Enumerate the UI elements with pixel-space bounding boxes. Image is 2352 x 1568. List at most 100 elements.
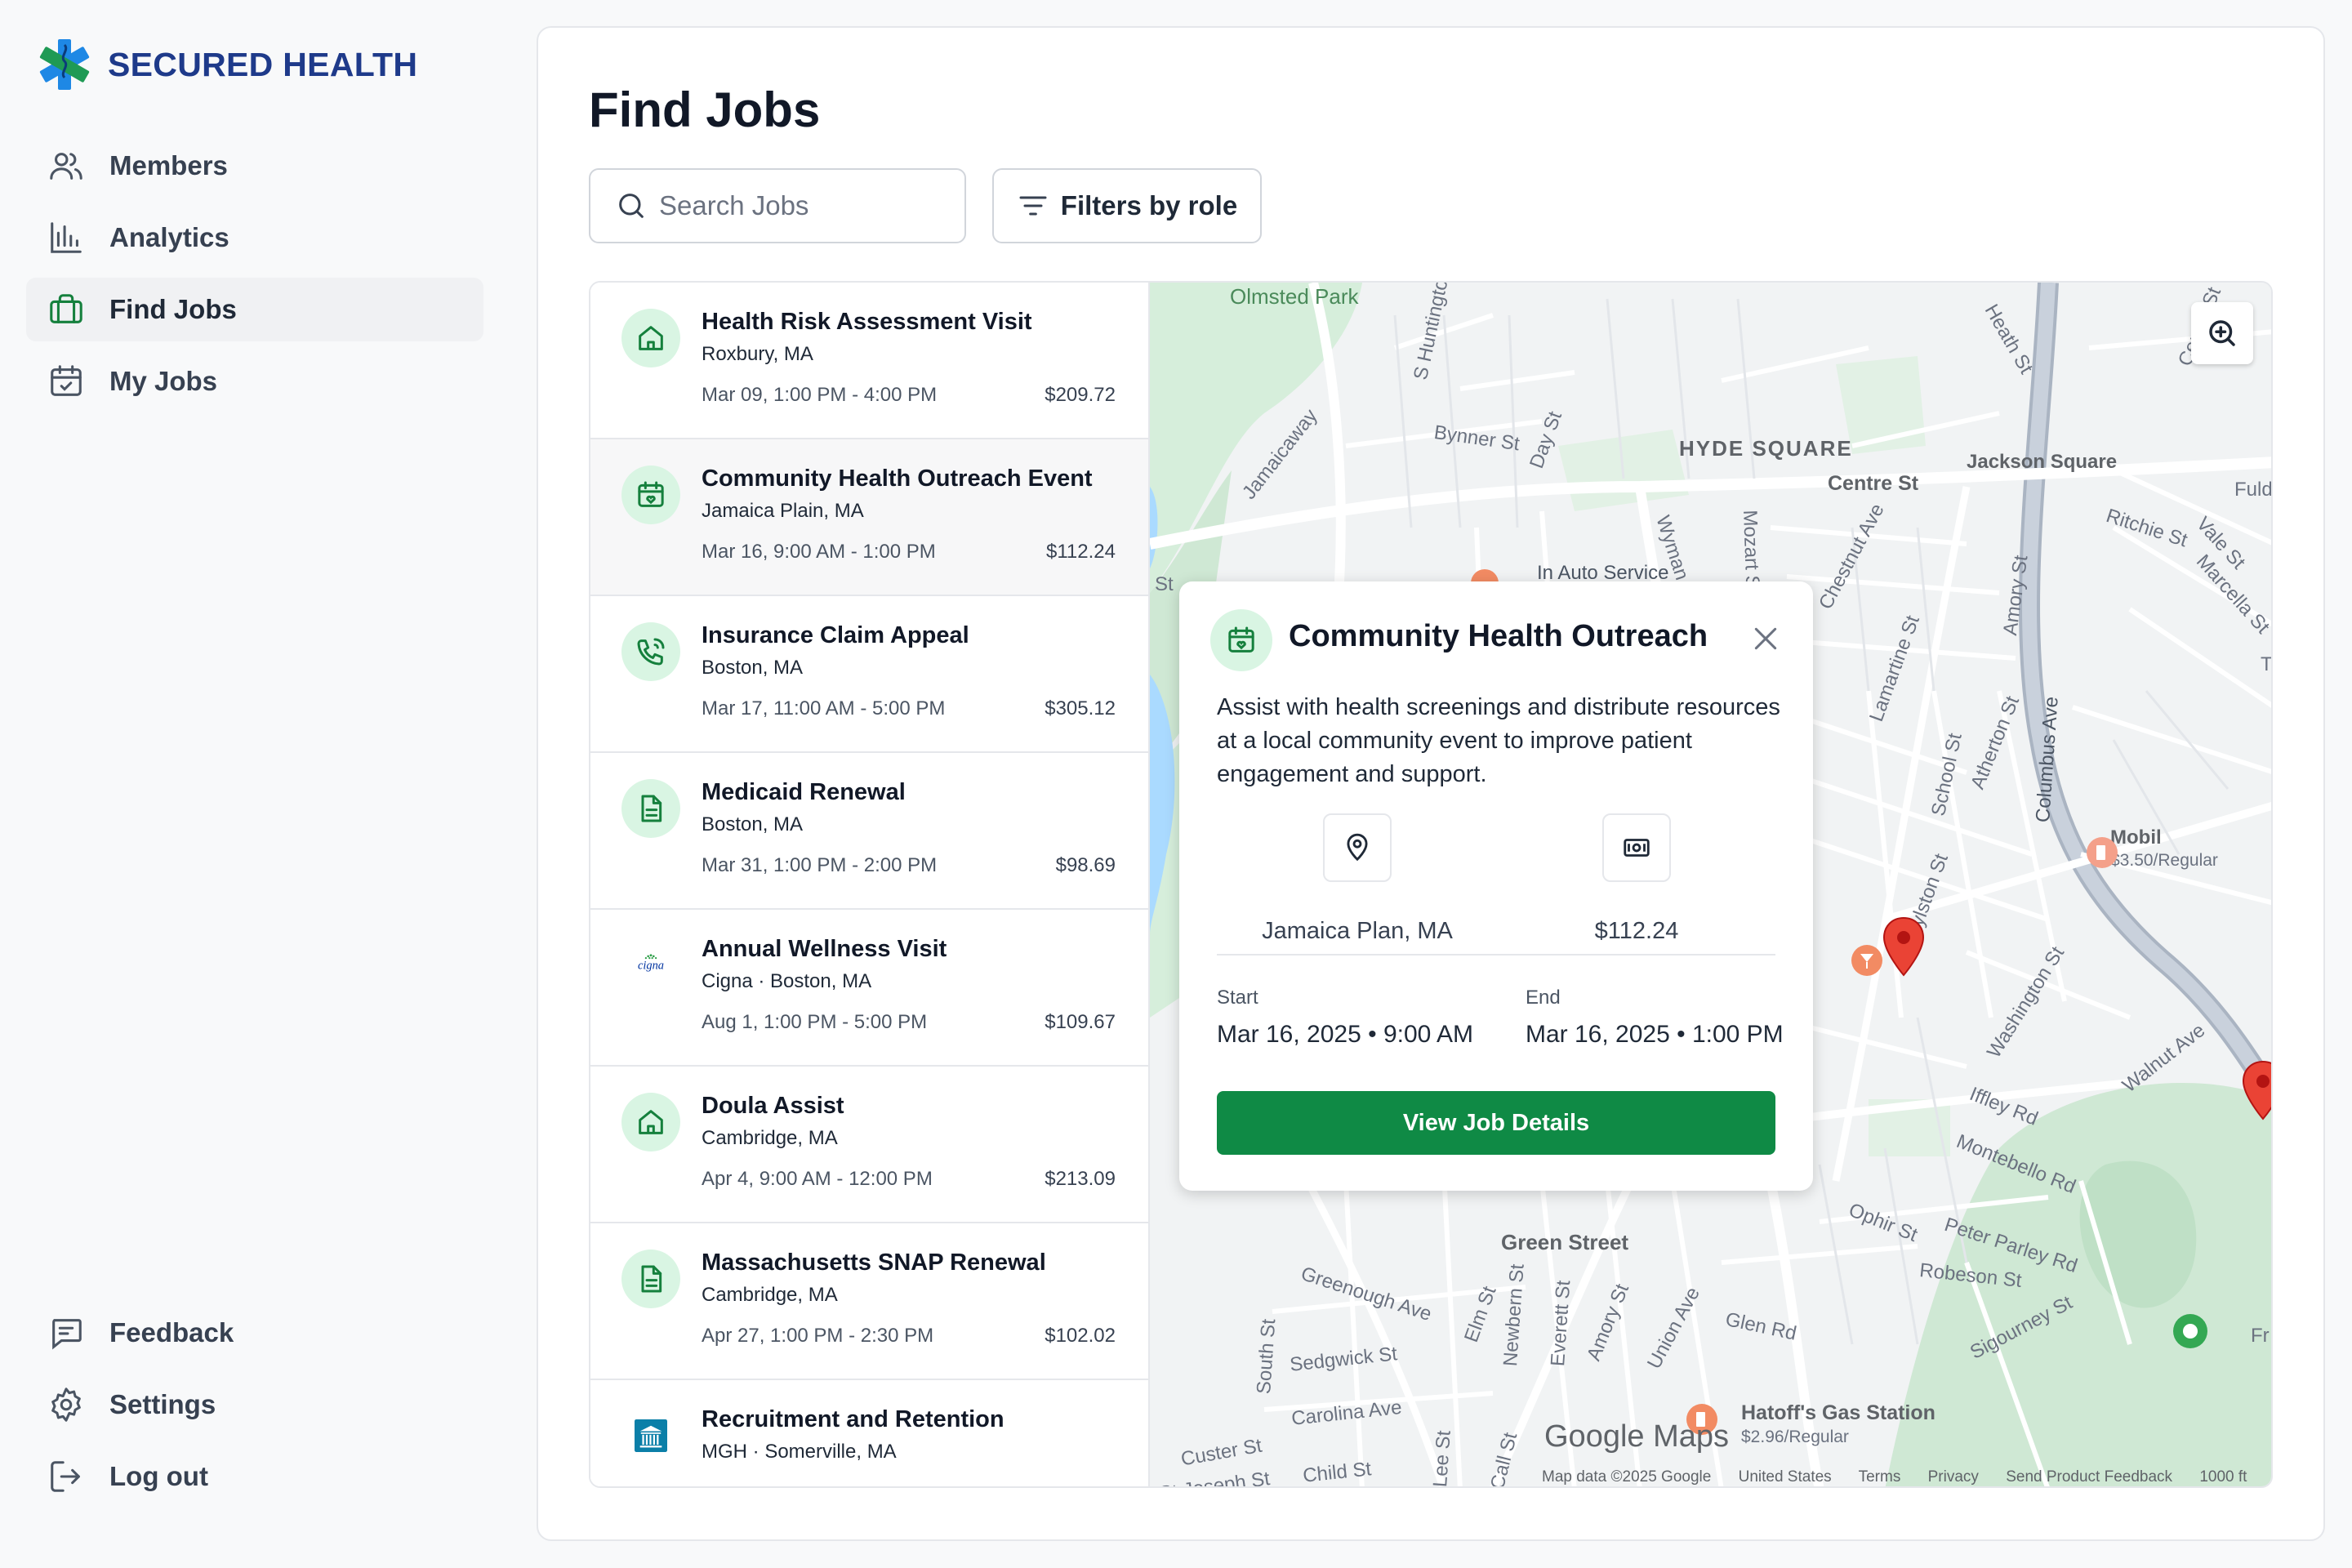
divider [1217,954,1775,956]
zoom-button[interactable] [2191,302,2253,364]
main-nav: Members Analytics Find Jobs My Jobs [26,134,483,421]
job-card[interactable]: Insurance Claim Appeal Boston, MA Mar 17… [590,596,1148,753]
cigna-logo-icon: cigna [638,954,664,972]
nav-item-find-jobs[interactable]: Find Jobs [26,278,483,341]
map-label: Centre St [1828,472,1919,495]
job-title: Insurance Claim Appeal [702,622,969,648]
star-of-life-logo-icon [39,39,90,90]
filters-button-label: Filters by role [1060,190,1238,220]
nav-label-feedback: Feedback [109,1317,234,1348]
job-location: Roxbury, MA [702,343,813,365]
job-card[interactable]: Doula Assist Cambridge, MA Apr 4, 9:00 A… [590,1067,1148,1223]
zoom-in-icon [2209,320,2235,346]
brand-name: SECURED HEALTH [108,45,418,83]
search-box[interactable] [589,168,966,243]
map-privacy-link[interactable]: Privacy [1928,1468,1979,1486]
nav-item-feedback[interactable]: Feedback [26,1301,483,1365]
google-maps-logo: Google Maps [1544,1419,1730,1454]
map-label: Lee St [1429,1429,1455,1488]
job-location: Boston, MA [702,813,804,835]
map-label: T [2261,653,2273,675]
job-pay: $209.72 [1045,384,1116,406]
map-footer: Map data ©2025 Google United States Term… [1542,1468,2270,1486]
home-icon [639,326,663,350]
job-icon-wrap [621,466,680,524]
home-icon [639,1110,663,1134]
map-pin-icon[interactable] [2241,1060,2273,1122]
job-time: Mar 31, 1:00 PM - 2:00 PM [702,854,938,876]
map-label: Olmsted Park [1230,284,1359,309]
job-list[interactable]: Health Risk Assessment Visit Roxbury, MA… [590,283,1150,1486]
job-card[interactable]: Community Health Outreach Event Jamaica … [590,439,1148,596]
map-label: $3.50/Regular [2110,851,2218,870]
pay-pill [1602,813,1671,882]
job-pay: $98.69 [1055,854,1116,876]
map-terms-link[interactable]: Terms [1859,1468,1901,1486]
map-region-link[interactable]: United States [1739,1468,1832,1486]
job-card[interactable]: Medicaid Renewal Boston, MA Mar 31, 1:00… [590,753,1148,910]
map-view[interactable]: Olmsted Park HYDE SQUARE Jackson Square … [1150,283,2273,1488]
gear-icon [51,1388,81,1422]
job-pay: $213.09 [1045,1168,1116,1190]
view-job-details-button[interactable]: View Job Details [1217,1091,1775,1155]
job-title: Recruitment and Retention [702,1406,1004,1432]
job-popup: Community Health Outreach Assist with he… [1179,581,1813,1191]
document-icon [641,1265,662,1293]
start-label: Start [1217,987,1258,1009]
job-card[interactable]: Massachusetts SNAP Renewal Cambridge, MA… [590,1223,1148,1380]
job-title: Annual Wellness Visit [702,936,947,962]
cigna-logo: cigna [621,936,680,995]
nav-label-settings: Settings [109,1389,216,1419]
bar-chart-icon [51,222,82,253]
close-button[interactable] [1744,617,1787,660]
job-time: Mar 09, 1:00 PM - 4:00 PM [702,384,938,406]
calendar-check-icon [51,365,82,396]
map-feedback-link[interactable]: Send Product Feedback [2006,1468,2172,1486]
popup-icon-wrap [1210,609,1272,671]
job-card[interactable]: Recruitment and Retention MGH · Somervil… [590,1380,1148,1486]
end-value: Mar 16, 2025 • 1:00 PM [1526,1021,1784,1048]
nav-label-logout: Log out [109,1461,208,1491]
map-label: Fr [2251,1325,2270,1347]
job-location: Jamaica Plain, MA [702,500,864,522]
poi-bar-icon [1851,945,1882,976]
search-icon [619,194,644,218]
job-card[interactable]: Health Risk Assessment Visit Roxbury, MA… [590,283,1148,439]
popup-pay: $112.24 [1594,918,1679,944]
map-scale[interactable]: 1000 ft [2199,1468,2247,1486]
job-time: Mar 17, 11:00 AM - 5:00 PM [702,697,946,719]
cigna-logo-text: cigna [638,959,664,972]
map-label: Green Street [1501,1230,1629,1254]
job-icon-wrap [621,1250,680,1308]
message-icon [52,1319,82,1350]
location-pill [1323,813,1392,882]
document-icon [641,795,662,822]
job-card[interactable]: cigna Annual Wellness Visit Cigna · Bost… [590,910,1148,1067]
money-icon [1624,839,1650,857]
end-label: End [1526,987,1561,1009]
map-label: Hatoff's Gas Station [1741,1401,1936,1424]
map-label: Jackson Square [1967,451,2118,473]
phone-icon [637,638,665,666]
search-input[interactable] [659,190,953,221]
nav-item-settings[interactable]: Settings [26,1373,483,1437]
poi-gas-icon [2087,837,2118,868]
filters-button[interactable]: Filters by role [992,168,1262,243]
map-pin-icon[interactable] [1882,916,1926,978]
nav-item-analytics[interactable]: Analytics [26,206,483,270]
nav-item-my-jobs[interactable]: My Jobs [26,350,483,413]
bottom-nav: Feedback Settings Log out [26,1301,483,1517]
popup-title: Community Health Outreach [1289,619,1708,653]
users-icon [50,153,82,180]
nav-item-logout[interactable]: Log out [26,1445,483,1508]
job-location: MGH · Somerville, MA [702,1441,897,1463]
nav-item-members[interactable]: Members [26,134,483,198]
page-title: Find Jobs [589,82,821,137]
mgh-logo [621,1406,680,1465]
popup-location: Jamaica Plan, MA [1262,918,1453,944]
job-pay: $305.12 [1045,697,1116,719]
brand[interactable]: SECURED HEALTH [38,38,417,91]
map-label: $2.96/Regular [1741,1428,1849,1446]
job-time: Mar 16, 9:00 AM - 1:00 PM [702,541,936,563]
popup-description: Assist with health screenings and distri… [1217,694,1780,787]
